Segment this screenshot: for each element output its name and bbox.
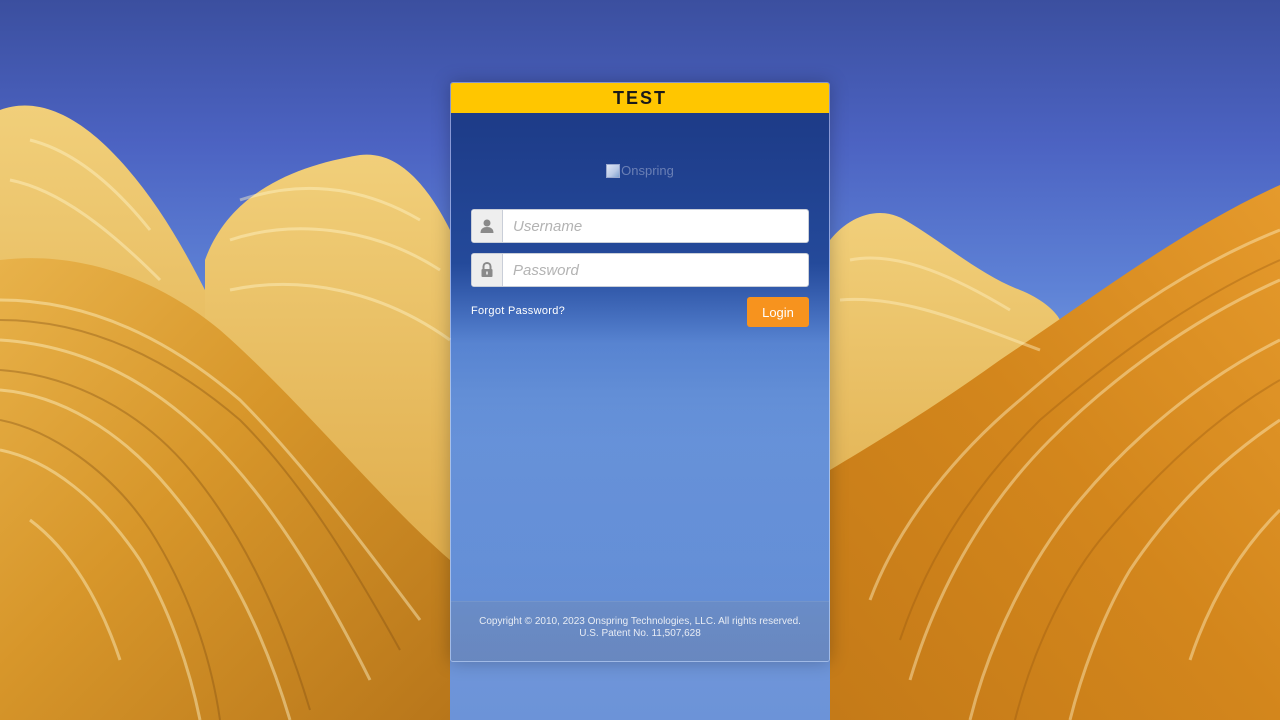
lock-icon	[472, 254, 503, 286]
environment-banner: TEST	[451, 83, 829, 113]
login-button[interactable]: Login	[747, 297, 809, 327]
footer: Copyright © 2010, 2023 Onspring Technolo…	[451, 601, 829, 661]
username-field-group	[471, 209, 809, 243]
patent-text: U.S. Patent No. 11,507,628	[579, 628, 701, 639]
user-icon	[472, 210, 503, 242]
copyright-text: Copyright © 2010, 2023 Onspring Technolo…	[479, 616, 801, 627]
login-panel-body: Onspring Forgot Password? Login	[451, 113, 829, 661]
logo: Onspring	[451, 163, 829, 179]
forgot-password-link[interactable]: Forgot Password?	[471, 305, 565, 317]
broken-image-icon	[606, 164, 621, 178]
password-field-group	[471, 253, 809, 287]
password-input[interactable]	[503, 254, 808, 286]
username-input[interactable]	[503, 210, 808, 242]
logo-alt-text: Onspring	[621, 163, 674, 178]
login-panel: Onspring Forgot Password? Login	[450, 82, 830, 662]
